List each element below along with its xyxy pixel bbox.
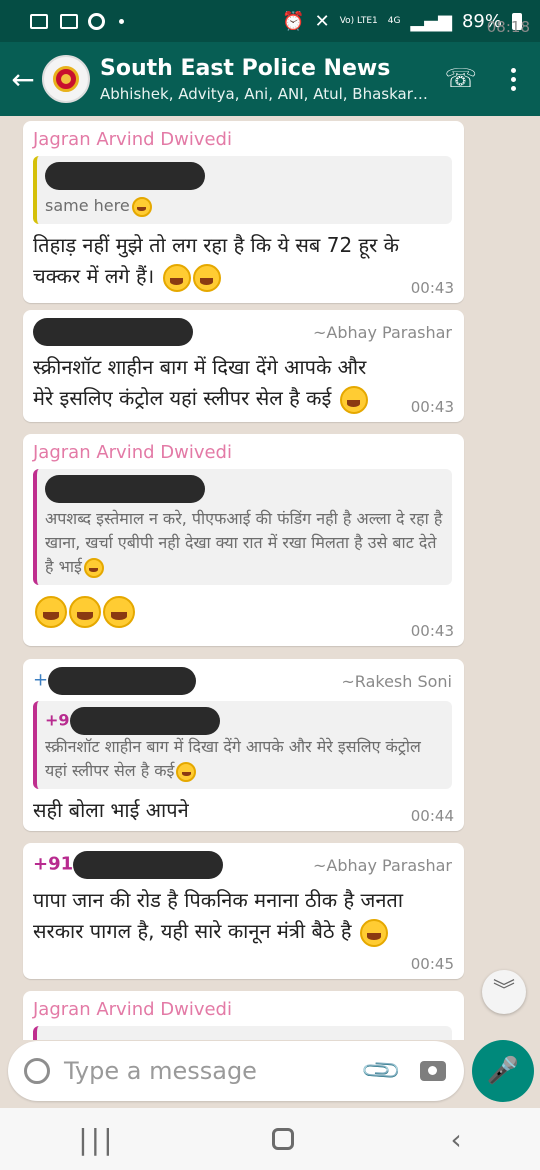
- quoted-sender-prefix: +9: [45, 710, 70, 730]
- message-bubble[interactable]: + ~Rakesh Soni +9 स्क्रीनशॉट शाहीन बाग म…: [23, 659, 464, 831]
- status-bar: 08:18 ⏰ ✕ Vo) LTE1 4G ▂▄▆ 89%: [0, 0, 540, 42]
- group-info[interactable]: South East Police News Abhishek, Advitya…: [100, 56, 430, 103]
- alarm-icon: ⏰: [282, 10, 305, 32]
- double-chevron-down-icon: ︾: [492, 979, 515, 1004]
- more-vert-icon[interactable]: [511, 67, 516, 91]
- more-notifications-icon: [119, 18, 124, 24]
- sender-name: Jagran Arvind Dwivedi: [33, 129, 232, 150]
- quoted-text: same here: [45, 196, 130, 215]
- chat-header: ← South East Police News Abhishek, Advit…: [0, 42, 540, 116]
- quoted-message[interactable]: [33, 1026, 452, 1040]
- tears-of-joy-emoji-icon: [69, 595, 101, 628]
- gallery-notification-icon: [30, 13, 48, 29]
- mic-button[interactable]: 🎤: [472, 1040, 534, 1102]
- message-text: सही बोला भाई आपने: [33, 798, 189, 822]
- sender-alias: ~Abhay Parashar: [313, 322, 452, 342]
- network-label: 4G: [387, 15, 401, 26]
- mute-icon: ✕: [314, 10, 330, 32]
- sender-name: Jagran Arvind Dwivedi: [33, 442, 232, 463]
- camera-icon[interactable]: [420, 1061, 446, 1081]
- signal-icon: ▂▄▆: [410, 10, 452, 32]
- grinning-emoji-icon: [83, 557, 104, 578]
- sender-prefix: +: [33, 669, 49, 691]
- quoted-message[interactable]: +9 स्क्रीनशॉट शाहीन बाग में दिखा देंगे आ…: [33, 701, 452, 789]
- message-time: 00:43: [410, 279, 454, 297]
- message-input[interactable]: Type a message: [64, 1057, 257, 1085]
- volte-label: Vo) LTE1: [339, 15, 378, 26]
- laughing-emoji-icon: [131, 196, 152, 217]
- grinning-emoji-icon: [359, 918, 388, 947]
- message-time: 00:43: [410, 398, 454, 416]
- group-members: Abhishek, Advitya, Ani, ANI, Atul, Bhask…: [100, 84, 430, 103]
- tears-of-joy-emoji-icon: [192, 263, 221, 292]
- grinning-emoji-icon: [176, 761, 197, 782]
- quoted-message[interactable]: same here: [33, 156, 452, 224]
- quoted-text: अपशब्द इस्तेमाल न करे, पीएफआई की फंडिंग …: [45, 509, 443, 576]
- system-nav-bar: ||| ‹: [0, 1108, 540, 1170]
- app-notification-icon: [88, 12, 105, 30]
- tears-of-joy-emoji-icon: [103, 595, 135, 628]
- mic-icon: 🎤: [486, 1056, 520, 1086]
- add-call-icon[interactable]: ☏: [444, 64, 477, 94]
- status-time: 08:18: [486, 18, 530, 36]
- grinning-emoji-icon: [339, 385, 368, 414]
- police-logo-icon: [53, 66, 79, 92]
- sender-prefix: +91: [33, 853, 74, 875]
- message-time: 00:45: [410, 955, 454, 973]
- redacted-sender: [33, 318, 193, 346]
- message-composer[interactable]: Type a message 📎: [8, 1041, 464, 1101]
- quoted-message[interactable]: अपशब्द इस्तेमाल न करे, पीएफआई की फंडिंग …: [33, 469, 452, 585]
- tears-of-joy-emoji-icon: [162, 263, 191, 292]
- message-text: स्क्रीनशॉट शाहीन बाग में दिखा देंगे आपके…: [33, 355, 367, 410]
- arrow-left-icon[interactable]: ←: [4, 63, 42, 96]
- message-bubble[interactable]: Jagran Arvind Dwivedi same here तिहाड़ न…: [23, 121, 464, 303]
- redacted-name: [45, 162, 205, 190]
- redacted-sender: [48, 667, 197, 695]
- image-notification-icon: [60, 13, 78, 29]
- attach-icon[interactable]: 📎: [360, 1049, 404, 1093]
- group-avatar[interactable]: [42, 55, 90, 103]
- tears-of-joy-emoji-icon: [35, 595, 67, 628]
- message-bubble[interactable]: Jagran Arvind Dwivedi अपशब्द इस्तेमाल न …: [23, 434, 464, 646]
- message-time: 00:43: [410, 622, 454, 640]
- redacted-sender: [73, 851, 224, 879]
- message-text: पापा जान की रोड है पिकनिक मनाना ठीक है ज…: [33, 888, 403, 943]
- redacted-name: [45, 475, 205, 503]
- message-bubble[interactable]: ~Abhay Parashar स्क्रीनशॉट शाहीन बाग में…: [23, 310, 464, 422]
- back-icon[interactable]: ‹: [451, 1123, 462, 1156]
- message-time: 00:44: [410, 807, 454, 825]
- emoji-icon[interactable]: [24, 1058, 50, 1084]
- recent-apps-icon[interactable]: |||: [78, 1123, 115, 1156]
- sender-alias: ~Rakesh Soni: [341, 671, 452, 691]
- message-bubble[interactable]: +91 ~Abhay Parashar पापा जान की रोड है प…: [23, 843, 464, 979]
- quoted-text: स्क्रीनशॉट शाहीन बाग में दिखा देंगे आपके…: [45, 737, 421, 780]
- message-bubble[interactable]: Jagran Arvind Dwivedi: [23, 991, 464, 1040]
- scroll-down-button[interactable]: ︾: [482, 970, 526, 1014]
- sender-alias: ~Abhay Parashar: [313, 855, 452, 875]
- group-title: South East Police News: [100, 55, 391, 81]
- chat-area: Jagran Arvind Dwivedi same here तिहाड़ न…: [0, 116, 540, 1040]
- sender-name: Jagran Arvind Dwivedi: [33, 999, 232, 1020]
- redacted-name: [69, 707, 220, 735]
- home-icon[interactable]: [272, 1128, 295, 1150]
